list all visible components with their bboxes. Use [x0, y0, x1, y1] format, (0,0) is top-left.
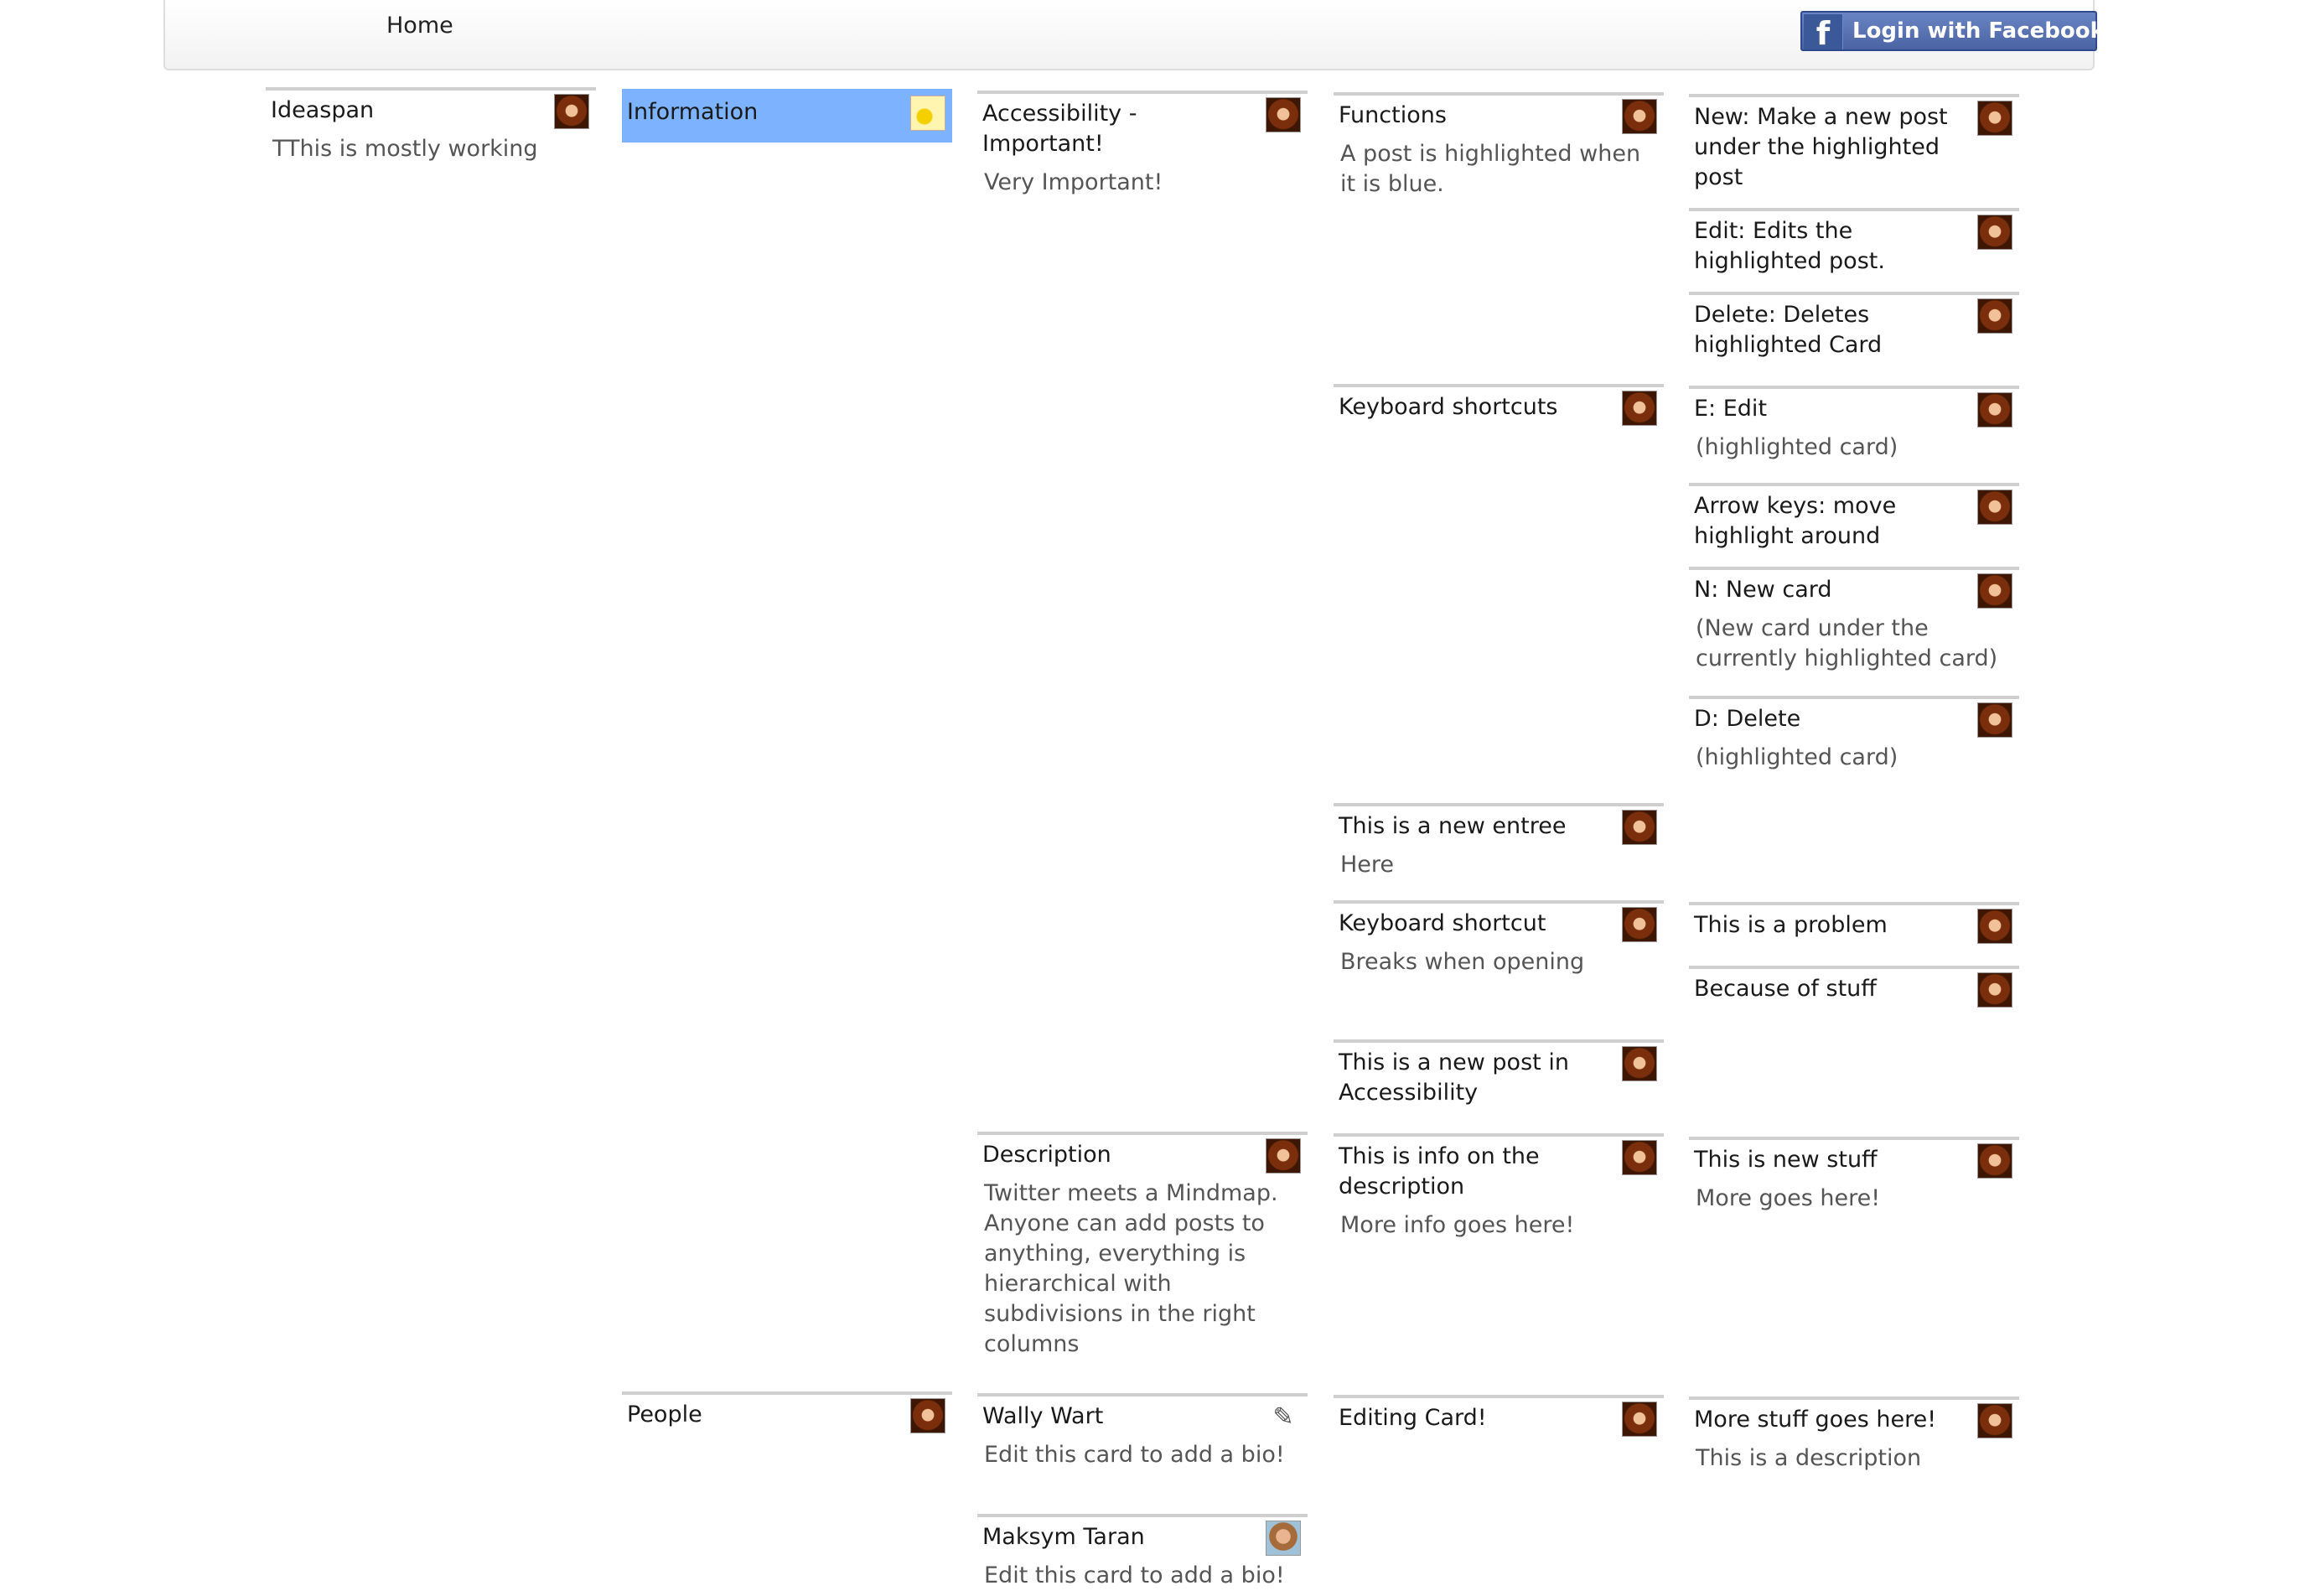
card-title: This is a new entree: [1339, 813, 1567, 839]
card-description: This is a description: [1696, 1445, 1922, 1471]
user-avatar: [1977, 298, 2012, 334]
user-avatar: [1266, 1138, 1301, 1174]
card-new-post-accessibility[interactable]: This is a new post in Accessibility: [1334, 1039, 1664, 1113]
card-description: Edit this card to add a bio!: [984, 1442, 1285, 1468]
card-shortcut-edit[interactable]: E: Edit (highlighted card): [1689, 386, 2019, 468]
card-title: N: New card: [1694, 577, 1832, 603]
card-title: Wally Wart: [982, 1403, 1104, 1429]
card-title: This is a problem: [1694, 912, 1888, 938]
card-keyboard-shortcut[interactable]: Keyboard shortcut Breaks when opening: [1334, 900, 1664, 982]
user-avatar: [1622, 1140, 1657, 1175]
card-title: Functions: [1339, 102, 1447, 128]
card-problem[interactable]: This is a problem: [1689, 902, 2019, 946]
user-avatar: [1977, 1143, 2012, 1179]
card-shortcut-delete[interactable]: D: Delete (highlighted card): [1689, 696, 2019, 778]
card-title: This is a new post in Accessibility: [1339, 1049, 1569, 1106]
card-title: Keyboard shortcuts: [1339, 394, 1558, 420]
facebook-icon: f: [1804, 14, 1843, 52]
card-new-stuff[interactable]: This is new stuff More goes here!: [1689, 1137, 2019, 1219]
card-description: Breaks when opening: [1340, 949, 1585, 975]
card-new-entree[interactable]: This is a new entree Here: [1334, 803, 1664, 885]
card-description: (New card under the currently highlighte…: [1696, 615, 1998, 671]
user-avatar: [1977, 1403, 2012, 1438]
user-avatar: [554, 94, 589, 129]
card-description: More info goes here!: [1340, 1212, 1575, 1238]
user-avatar: [1622, 907, 1657, 942]
card-title: Description: [982, 1142, 1111, 1168]
user-avatar: [1977, 702, 2012, 738]
card-description: More goes here!: [1696, 1185, 1881, 1211]
card-shortcut-new[interactable]: N: New card (New card under the currentl…: [1689, 567, 2019, 679]
card-title: Maksym Taran: [982, 1524, 1145, 1550]
card-info-on-description[interactable]: This is info on the description More inf…: [1334, 1133, 1664, 1246]
card-because-of-stuff[interactable]: Because of stuff: [1689, 966, 2019, 1009]
user-avatar: [1622, 810, 1657, 845]
card-title: People: [627, 1402, 702, 1428]
user-avatar: [1266, 97, 1301, 132]
login-facebook-label: Login with Facebook: [1852, 18, 2105, 44]
user-avatar: [1622, 391, 1657, 426]
card-description: A post is highlighted when it is blue.: [1340, 141, 1641, 197]
user-avatar: [1977, 392, 2012, 428]
card-title: Edit: Edits the highlighted post.: [1694, 218, 1885, 274]
card-edit-function[interactable]: Edit: Edits the highlighted post.: [1689, 208, 2019, 282]
user-avatar: [1622, 99, 1657, 134]
photo-avatar: [1266, 1521, 1301, 1556]
login-facebook-button[interactable]: f Login with Facebook: [1800, 11, 2105, 52]
card-accessibility[interactable]: Accessibility - Important! Very Importan…: [977, 91, 1308, 203]
card-new-function[interactable]: New: Make a new post under the highlight…: [1689, 94, 2019, 198]
card-title: E: Edit: [1694, 396, 1768, 422]
card-title: Information: [627, 99, 759, 125]
card-title: This is new stuff: [1694, 1147, 1878, 1173]
card-keyboard-shortcuts[interactable]: Keyboard shortcuts: [1334, 384, 1664, 428]
card-description: TThis is mostly working: [272, 136, 538, 162]
user-avatar: [1977, 909, 2012, 944]
card-title: More stuff goes here!: [1694, 1407, 1937, 1433]
user-avatar: [910, 96, 945, 131]
card-description: Twitter meets a Mindmap. Anyone can add …: [984, 1180, 1278, 1357]
card-title: Because of stuff: [1694, 976, 1877, 1002]
user-avatar: [1977, 972, 2012, 1008]
card-description[interactable]: Description Twitter meets a Mindmap. Any…: [977, 1132, 1308, 1365]
card-description: (highlighted card): [1696, 744, 1898, 770]
card-title: Ideaspan: [271, 97, 375, 123]
user-avatar: [1977, 573, 2012, 609]
card-title: New: Make a new post under the highlight…: [1694, 104, 1948, 190]
card-title: D: Delete: [1694, 706, 1801, 732]
card-title: Keyboard shortcut: [1339, 910, 1546, 936]
card-information[interactable]: Information: [622, 89, 952, 142]
user-avatar: [1622, 1402, 1657, 1437]
card-editing-card[interactable]: Editing Card!: [1334, 1395, 1664, 1438]
card-title: Accessibility - Important!: [982, 101, 1137, 157]
card-more-stuff[interactable]: More stuff goes here! This is a descript…: [1689, 1396, 2019, 1479]
card-description: Very Important!: [984, 169, 1163, 195]
user-avatar: [1977, 215, 2012, 250]
card-description: Here: [1340, 852, 1395, 878]
card-title: Arrow keys: move highlight around: [1694, 493, 1897, 549]
card-functions[interactable]: Functions A post is highlighted when it …: [1334, 92, 1664, 205]
card-maksym-taran[interactable]: Maksym Taran Edit this card to add a bio…: [977, 1514, 1308, 1596]
card-shortcut-arrow-keys[interactable]: Arrow keys: move highlight around: [1689, 483, 2019, 557]
user-avatar: [1977, 101, 2012, 136]
card-delete-function[interactable]: Delete: Deletes highlighted Card: [1689, 292, 2019, 365]
card-title: This is info on the description: [1339, 1143, 1540, 1200]
user-avatar: [910, 1398, 945, 1433]
user-avatar: [1622, 1046, 1657, 1081]
user-avatar: [1977, 490, 2012, 525]
card-ideaspan[interactable]: Ideaspan TThis is mostly working: [266, 87, 596, 169]
card-description: Edit this card to add a bio!: [984, 1562, 1285, 1588]
card-people[interactable]: People: [622, 1391, 952, 1435]
card-wally-wart[interactable]: Wally Wart Edit this card to add a bio! …: [977, 1393, 1308, 1475]
card-description: (highlighted card): [1696, 434, 1898, 460]
card-title: Delete: Deletes highlighted Card: [1694, 302, 1883, 358]
home-link[interactable]: Home: [386, 12, 453, 40]
card-title: Editing Card!: [1339, 1405, 1487, 1431]
top-navbar: Home f Login with Facebook: [163, 0, 2105, 70]
sketch-avatar: ✎: [1266, 1400, 1301, 1435]
